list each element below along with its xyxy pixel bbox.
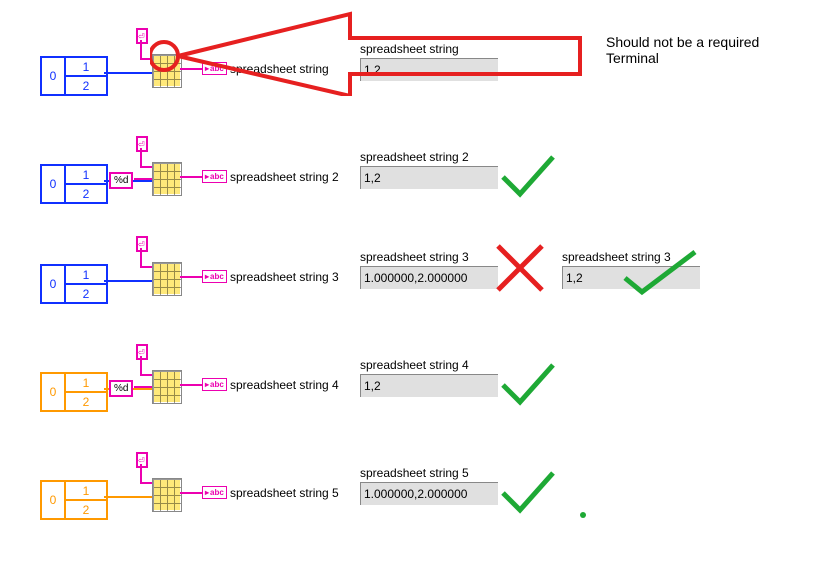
array-to-spreadsheet-string-node[interactable] (152, 478, 182, 512)
fp-indicator-value[interactable]: 1,2 (360, 58, 498, 81)
delimiter-constant[interactable] (136, 344, 148, 360)
array-cell[interactable]: 1 (66, 266, 106, 285)
array-cell[interactable]: 2 (66, 501, 106, 518)
wire-format (134, 386, 152, 388)
wire-format (134, 178, 152, 180)
wire-array (104, 72, 152, 74)
array-index[interactable]: 0 (42, 374, 66, 410)
wire-delimiter (140, 266, 152, 268)
indicator-label: spreadsheet string 3 (230, 270, 339, 284)
array-cell[interactable]: 2 (66, 185, 106, 202)
delimiter-constant[interactable] (136, 236, 148, 252)
wire-array (104, 496, 152, 498)
annotation-caption: Should not be a required Terminal (606, 34, 786, 66)
wire-output-string (180, 176, 202, 178)
format-string-constant[interactable]: %d (109, 380, 133, 397)
format-string-constant[interactable]: %d (109, 172, 133, 189)
indicator-label: spreadsheet string 4 (230, 378, 339, 392)
delimiter-constant[interactable] (136, 452, 148, 468)
fp-indicator-label: spreadsheet string 4 (360, 358, 469, 372)
array-control[interactable]: 0 1 2 (40, 164, 108, 204)
fp-indicator-label: spreadsheet string (360, 42, 459, 56)
wire-delimiter (140, 248, 142, 266)
indicator-label: spreadsheet string 2 (230, 170, 339, 184)
string-indicator-terminal[interactable]: abc (202, 486, 227, 499)
array-to-spreadsheet-string-node[interactable] (152, 262, 182, 296)
fp-indicator-value[interactable]: 1,2 (360, 166, 498, 189)
dot-icon (580, 512, 586, 518)
array-control[interactable]: 0 1 2 (40, 372, 108, 412)
array-control[interactable]: 0 1 2 (40, 56, 108, 96)
array-control[interactable]: 0 1 2 (40, 480, 108, 520)
wire-array (104, 280, 152, 282)
array-cell[interactable]: 2 (66, 77, 106, 94)
array-control[interactable]: 0 1 2 (40, 264, 108, 304)
wire-delimiter (140, 40, 142, 58)
array-index[interactable]: 0 (42, 482, 66, 518)
string-indicator-terminal[interactable]: abc (202, 62, 227, 75)
wire-delimiter (140, 482, 152, 484)
array-index[interactable]: 0 (42, 166, 66, 202)
array-cell[interactable]: 1 (66, 482, 106, 501)
fp-indicator-value[interactable]: 1.000000,2.000000 (360, 482, 498, 505)
array-to-spreadsheet-string-node[interactable] (152, 162, 182, 196)
wire-output-string (180, 68, 202, 70)
array-to-spreadsheet-string-node[interactable] (152, 370, 182, 404)
indicator-label: spreadsheet string 5 (230, 486, 339, 500)
wire-output-string (180, 384, 202, 386)
string-indicator-terminal[interactable]: abc (202, 378, 227, 391)
fp-indicator-label: spreadsheet string 2 (360, 150, 469, 164)
array-cell[interactable]: 2 (66, 393, 106, 410)
fp-indicator-value[interactable]: 1.000000,2.000000 (360, 266, 498, 289)
indicator-label: spreadsheet string (230, 62, 329, 76)
delimiter-constant[interactable] (136, 136, 148, 152)
array-index[interactable]: 0 (42, 58, 66, 94)
delimiter-constant[interactable] (136, 28, 148, 44)
wire-delimiter (140, 356, 142, 374)
wire-output-string (180, 276, 202, 278)
wire-delimiter (140, 166, 152, 168)
wire-delimiter (140, 464, 142, 482)
fp-indicator-label: spreadsheet string 3 (360, 250, 469, 264)
fp-indicator-label: spreadsheet string 5 (360, 466, 469, 480)
wire-delimiter (140, 58, 152, 60)
fp-indicator-value[interactable]: 1,2 (360, 374, 498, 397)
array-cell[interactable]: 2 (66, 285, 106, 302)
wire-delimiter (140, 374, 152, 376)
array-cell[interactable]: 1 (66, 166, 106, 185)
array-cell[interactable]: 1 (66, 58, 106, 77)
string-indicator-terminal[interactable]: abc (202, 170, 227, 183)
array-index[interactable]: 0 (42, 266, 66, 302)
array-to-spreadsheet-string-node[interactable] (152, 54, 182, 88)
wire-output-string (180, 492, 202, 494)
string-indicator-terminal[interactable]: abc (202, 270, 227, 283)
array-cell[interactable]: 1 (66, 374, 106, 393)
wire-delimiter (140, 148, 142, 166)
